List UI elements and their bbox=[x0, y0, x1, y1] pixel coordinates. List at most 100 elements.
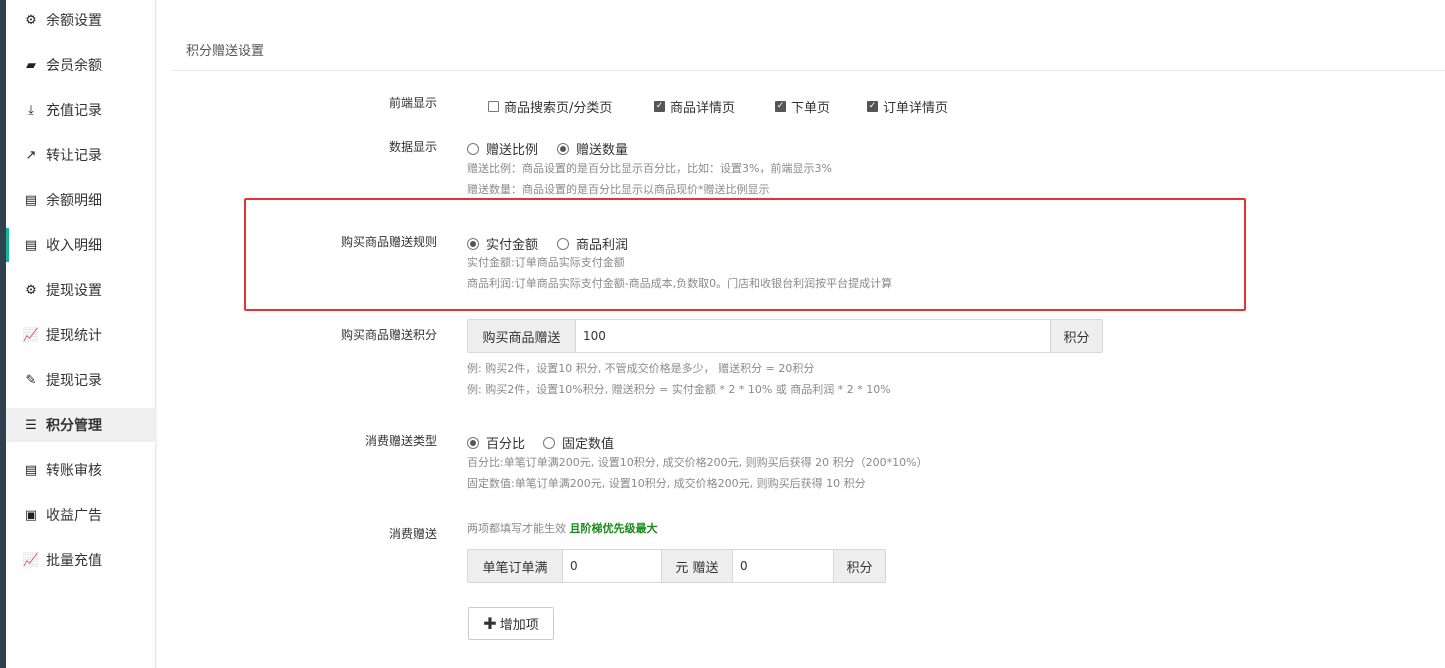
purchase-rule-help-2: 商品利润:订单商品实际支付金额-商品成本,负数取0。门店和收银台利润按平台提成计… bbox=[467, 277, 893, 290]
consume-type-label: 消费赠送类型 bbox=[364, 434, 437, 448]
image-icon: ▣ bbox=[24, 507, 38, 523]
consume-gift-prefix: 单笔订单满 bbox=[468, 550, 563, 582]
document-icon: ▤ bbox=[24, 192, 38, 208]
purchase-points-prefix: 购买商品赠送 bbox=[468, 320, 576, 352]
sidebar-item-transfer-records[interactable]: ↗ 转让记录 bbox=[6, 138, 156, 172]
sidebar-item-withdraw-settings[interactable]: ⚙ 提现设置 bbox=[6, 273, 156, 307]
page-title: 积分赠送设置 bbox=[186, 44, 265, 59]
sidebar-item-label: 积分管理 bbox=[46, 418, 102, 434]
radio-fixed-value[interactable]: 固定数值 bbox=[543, 433, 614, 452]
consume-gift-note-text: 两项都填写才能生效 bbox=[467, 522, 566, 535]
sidebar-item-label: 收入明细 bbox=[46, 238, 102, 254]
checkbox-search-page[interactable]: 商品搜索页/分类页 bbox=[488, 97, 612, 116]
gear-icon: ⚙ bbox=[25, 282, 37, 298]
download-icon: ⤓ bbox=[28, 102, 34, 118]
gear-icon: ⚙ bbox=[25, 12, 37, 28]
book-icon: ▰ bbox=[26, 57, 36, 73]
sidebar-item-label: 充值记录 bbox=[46, 103, 102, 119]
radio-icon bbox=[557, 237, 569, 250]
sidebar-item-revenue-ads[interactable]: ▣ 收益广告 bbox=[6, 498, 156, 532]
checkbox-icon bbox=[488, 101, 499, 112]
checkbox-order-page[interactable]: ✓ 下单页 bbox=[775, 97, 830, 116]
purchase-points-help-2: 例: 购买2件，设置10%积分, 赠送积分 = 实付金额 * 2 * 10% 或… bbox=[467, 383, 891, 396]
radio-label: 实付金额 bbox=[486, 238, 539, 253]
checkbox-detail-page[interactable]: ✓ 商品详情页 bbox=[654, 97, 735, 116]
sidebar-item-batch-recharge[interactable]: 📈 批量充值 bbox=[6, 543, 156, 577]
sidebar-item-label: 提现统计 bbox=[46, 328, 102, 344]
consume-gift-note-strong: 且阶梯优先级最大 bbox=[569, 522, 658, 535]
consume-gift-suffix: 积分 bbox=[833, 550, 885, 582]
radio-ratio[interactable]: 赠送比例 bbox=[467, 139, 538, 158]
radio-percentage[interactable]: 百分比 bbox=[467, 433, 525, 452]
data-display-help-1: 赠送比例：商品设置的是百分比显示百分比，比如：设置3%，前端显示3% bbox=[467, 162, 832, 175]
checkbox-label: 订单详情页 bbox=[883, 101, 949, 116]
purchase-points-suffix: 积分 bbox=[1050, 320, 1102, 352]
sidebar-item-label: 会员余额 bbox=[46, 58, 102, 74]
radio-label: 百分比 bbox=[486, 437, 526, 452]
line-chart-icon: 📈 bbox=[22, 552, 40, 568]
sidebar-item-label: 提现设置 bbox=[46, 283, 102, 299]
consume-gift-input-group: 单笔订单满 元 赠送 积分 bbox=[467, 549, 886, 583]
sidebar: ⚙ 余额设置 ▰ 会员余额 ⤓ 充值记录 ↗ 转让记录 ▤ 余额明细 ▤ 收入明细 ⚙ 提现设… bbox=[6, 0, 156, 668]
highlight-box bbox=[244, 198, 1246, 311]
checkbox-checked-icon: ✓ bbox=[775, 101, 786, 112]
radio-quantity[interactable]: 赠送数量 bbox=[557, 139, 628, 158]
sidebar-item-label: 收益广告 bbox=[46, 508, 102, 524]
radio-product-profit[interactable]: 商品利润 bbox=[557, 234, 628, 253]
checkbox-label: 商品详情页 bbox=[670, 101, 736, 116]
sidebar-item-label: 余额设置 bbox=[46, 13, 102, 29]
radio-icon bbox=[467, 142, 479, 155]
consume-gift-middle: 元 赠送 bbox=[662, 550, 733, 582]
checkbox-label: 商品搜索页/分类页 bbox=[504, 101, 613, 116]
consume-type-help-1: 百分比:单笔订单满200元, 设置10积分, 成交价格200元, 则购买后获得 … bbox=[467, 456, 928, 469]
consume-gift-label: 消费赠送 bbox=[388, 527, 437, 541]
consume-gift-amount-input[interactable] bbox=[563, 550, 662, 582]
sidebar-item-withdraw-stats[interactable]: 📈 提现统计 bbox=[6, 318, 156, 352]
add-item-button[interactable]: ✚ 增加项 bbox=[468, 607, 554, 640]
title-divider bbox=[171, 70, 1445, 71]
main-panel: 积分赠送设置 前端显示 商品搜索页/分类页 ✓ 商品详情页 ✓ 下单页 ✓ 订单详情页… bbox=[157, 0, 1445, 668]
purchase-points-input[interactable] bbox=[576, 320, 1050, 352]
line-chart-icon: 📈 bbox=[22, 327, 40, 343]
sidebar-item-balance-details[interactable]: ▤ 余额明细 bbox=[6, 183, 156, 217]
frontend-display-label: 前端显示 bbox=[388, 96, 437, 110]
sidebar-item-points-management[interactable]: ☰ 积分管理 bbox=[6, 408, 156, 442]
sidebar-item-income-details[interactable]: ▤ 收入明细 bbox=[6, 228, 156, 262]
data-display-help-2: 赠送数量：商品设置的是百分比显示以商品现价*赠送比例显示 bbox=[467, 183, 770, 196]
checkbox-label: 下单页 bbox=[791, 101, 831, 116]
radio-paid-amount[interactable]: 实付金额 bbox=[467, 234, 538, 253]
sidebar-item-recharge-records[interactable]: ⤓ 充值记录 bbox=[6, 93, 156, 127]
consume-gift-points-input[interactable] bbox=[733, 550, 833, 582]
data-display-label: 数据显示 bbox=[388, 140, 437, 154]
purchase-points-input-group: 购买商品赠送 积分 bbox=[467, 319, 1103, 353]
purchase-rule-help-1: 实付金额:订单商品实际支付金额 bbox=[467, 256, 625, 269]
sidebar-item-transfer-review[interactable]: ▤ 转账审核 bbox=[6, 453, 156, 487]
radio-selected-icon bbox=[467, 436, 479, 449]
radio-label: 赠送数量 bbox=[576, 143, 629, 158]
document-icon: ▤ bbox=[24, 462, 38, 478]
document-icon: ▤ bbox=[24, 237, 38, 253]
purchase-rule-label: 购买商品赠送规则 bbox=[340, 235, 437, 249]
sidebar-item-withdraw-records[interactable]: ✎ 提现记录 bbox=[6, 363, 156, 397]
sidebar-item-balance-settings[interactable]: ⚙ 余额设置 bbox=[6, 3, 156, 37]
radio-selected-icon bbox=[467, 237, 479, 250]
sidebar-item-label: 转账审核 bbox=[46, 463, 102, 479]
external-link-icon: ↗ bbox=[25, 147, 37, 163]
sidebar-item-label: 提现记录 bbox=[46, 373, 102, 389]
pencil-icon: ✎ bbox=[25, 372, 37, 388]
radio-selected-icon bbox=[557, 142, 569, 155]
checkbox-order-detail-page[interactable]: ✓ 订单详情页 bbox=[867, 97, 948, 116]
sidebar-item-label: 转让记录 bbox=[46, 148, 102, 164]
checkbox-checked-icon: ✓ bbox=[867, 101, 878, 112]
add-item-label: 增加项 bbox=[499, 618, 539, 633]
checkbox-checked-icon: ✓ bbox=[654, 101, 665, 112]
consume-type-help-2: 固定数值:单笔订单满200元, 设置10积分, 成交价格200元, 则购买后获得… bbox=[467, 477, 866, 490]
radio-label: 固定数值 bbox=[562, 437, 615, 452]
radio-icon bbox=[543, 436, 555, 449]
purchase-points-help-1: 例: 购买2件，设置10 积分, 不管成交价格是多少， 赠送积分 = 20积分 bbox=[467, 362, 815, 375]
sidebar-item-member-balance[interactable]: ▰ 会员余额 bbox=[6, 48, 156, 82]
sidebar-item-label: 批量充值 bbox=[46, 553, 102, 569]
radio-label: 商品利润 bbox=[576, 238, 629, 253]
purchase-points-label: 购买商品赠送积分 bbox=[340, 328, 437, 342]
sidebar-item-label: 余额明细 bbox=[46, 193, 102, 209]
